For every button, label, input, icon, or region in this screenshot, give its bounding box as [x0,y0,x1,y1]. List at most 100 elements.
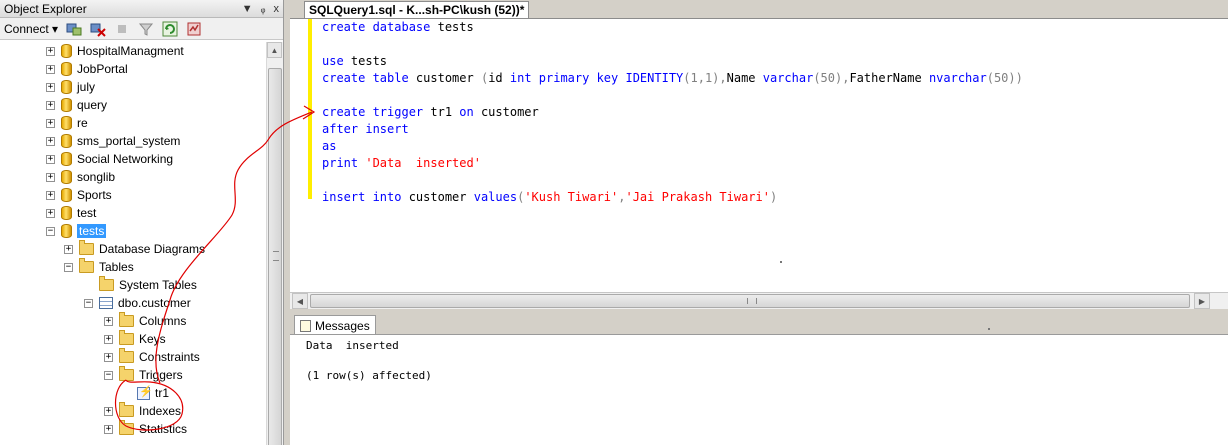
code-line[interactable]: print 'Data inserted' [322,155,1023,172]
tree-item-tests[interactable]: − tests [0,222,266,240]
code-line[interactable] [322,36,1023,53]
tree-item-sports[interactable]: + Sports [0,186,266,204]
collapse-icon[interactable]: − [46,226,55,236]
disconnect-icon[interactable] [90,21,106,37]
expand-icon[interactable]: + [46,136,55,146]
collapse-icon[interactable]: − [104,370,113,380]
expand-icon[interactable]: + [46,172,55,182]
code-token: create database [322,20,431,34]
expand-icon[interactable]: + [46,154,55,164]
tree-item-label: JobPortal [77,62,128,76]
scrollbar-thumb[interactable] [268,68,282,445]
expand-icon[interactable]: + [46,190,55,200]
tree-item-label: HospitalManagment [77,44,184,58]
expand-icon[interactable]: + [64,244,73,254]
collapse-icon[interactable]: − [64,262,73,272]
tree-item-jobportal[interactable]: + JobPortal [0,60,266,78]
tree-item-indexes[interactable]: + Indexes [0,402,266,420]
folder-icon [119,402,134,417]
folder-icon [119,420,134,435]
code-line[interactable]: use tests [322,53,1023,70]
expand-icon[interactable]: + [104,424,113,434]
expand-icon[interactable]: + [104,352,113,362]
tree-item-label: Keys [139,332,166,346]
code-line[interactable]: create trigger tr1 on customer [322,104,1023,121]
sql-editor[interactable]: create database tests use tests create tab… [290,18,1228,292]
tab-sqlquery1[interactable]: SQLQuery1.sql - K...sh-PC\kush (52))* [304,1,530,19]
expand-icon[interactable]: + [46,46,55,56]
expand-icon[interactable]: + [46,118,55,128]
code-token: (1,1), [683,71,727,85]
expand-icon[interactable]: + [46,100,55,110]
messages-pane: Data inserted (1 row(s) affected) [290,328,1228,445]
code-line[interactable] [322,87,1023,104]
tree-item-tr1[interactable]: tr1 [0,384,266,402]
horizontal-scrollbar-thumb[interactable] [310,294,1190,308]
tree-item-system-tables[interactable]: System Tables [0,276,266,294]
code-line[interactable]: insert into customer values('Kush Tiwari… [322,189,1023,206]
dropdown-icon[interactable]: ▼ [242,3,253,15]
table-icon [99,297,113,309]
tree-item-columns[interactable]: + Columns [0,312,266,330]
tree-item-sms-portal-system[interactable]: + sms_portal_system [0,132,266,150]
tree-item-hospitalmanagment[interactable]: + HospitalManagment [0,42,266,60]
expand-icon[interactable]: + [104,334,113,344]
object-explorer-scrollbar[interactable]: ▲ [266,42,283,445]
tree-item-constraints[interactable]: + Constraints [0,348,266,366]
code-line[interactable]: create database tests [322,19,1023,36]
connect-object-icon[interactable] [66,21,82,37]
pin-icon[interactable]: ᵩ [261,3,266,15]
trigger-icon [137,385,153,400]
database-icon [61,170,72,184]
tree-item-dbo-customer[interactable]: − dbo.customer [0,294,266,312]
tree-item-social-networking[interactable]: + Social Networking [0,150,266,168]
object-explorer-tree: + HospitalManagment + JobPortal + july + query +… [0,42,266,445]
tree-item-july[interactable]: + july [0,78,266,96]
code-line[interactable]: after insert [322,121,1023,138]
tree-item-triggers[interactable]: − Triggers [0,366,266,384]
code-token: tests [430,20,474,34]
database-icon [61,80,72,94]
expand-icon[interactable]: + [104,406,113,416]
tree-item-database-diagrams[interactable]: + Database Diagrams [0,240,266,258]
tree-item-re[interactable]: + re [0,114,266,132]
object-explorer-title: Object Explorer [4,1,87,16]
tree-item-label: Statistics [139,422,188,436]
tree-item-test[interactable]: + test [0,204,266,222]
code-line[interactable]: create table customer (id int primary ke… [322,70,1023,87]
tree-item-label: System Tables [119,278,197,292]
activity-monitor-icon[interactable] [186,21,202,37]
tree-item-tables[interactable]: − Tables [0,258,266,276]
sql-code[interactable]: create database tests use tests create tab… [322,19,1023,206]
close-icon[interactable]: x [274,3,280,15]
document-tabstrip: SQLQuery1.sql - K...sh-PC\kush (52))* [290,0,1228,19]
tree-item-statistics[interactable]: + Statistics [0,420,266,438]
database-icon [61,116,72,130]
results-splitter[interactable] [290,309,1228,313]
tree-item-songlib[interactable]: + songlib [0,168,266,186]
collapse-icon[interactable]: − [84,298,93,308]
refresh-icon[interactable] [162,21,178,37]
expand-icon[interactable]: + [104,316,113,326]
folder-icon [119,312,134,327]
code-line[interactable] [322,172,1023,189]
scroll-right-icon[interactable]: ▶ [1194,293,1210,309]
code-line[interactable]: as [322,138,1023,155]
folder-icon [119,348,134,363]
expand-icon[interactable]: + [46,208,55,218]
messages-icon [300,319,311,332]
connect-button[interactable]: Connect ▾ [4,22,58,36]
scroll-up-icon[interactable]: ▲ [267,42,282,58]
object-explorer-panel: Object Explorer ▼ ᵩ x Connect ▾ + Hospita… [0,0,284,445]
tree-item-keys[interactable]: + Keys [0,330,266,348]
filter-icon[interactable] [138,21,154,37]
expand-icon[interactable]: + [46,82,55,92]
editor-horizontal-scrollbar[interactable]: ◀ ▶ [290,292,1228,309]
changed-lines-marker [308,19,312,199]
tree-item-query[interactable]: + query [0,96,266,114]
tab-messages[interactable]: Messages [294,315,376,335]
scroll-left-icon[interactable]: ◀ [292,293,308,309]
tree-item-label: dbo.customer [118,296,191,310]
stop-icon[interactable] [114,21,130,37]
expand-icon[interactable]: + [46,64,55,74]
